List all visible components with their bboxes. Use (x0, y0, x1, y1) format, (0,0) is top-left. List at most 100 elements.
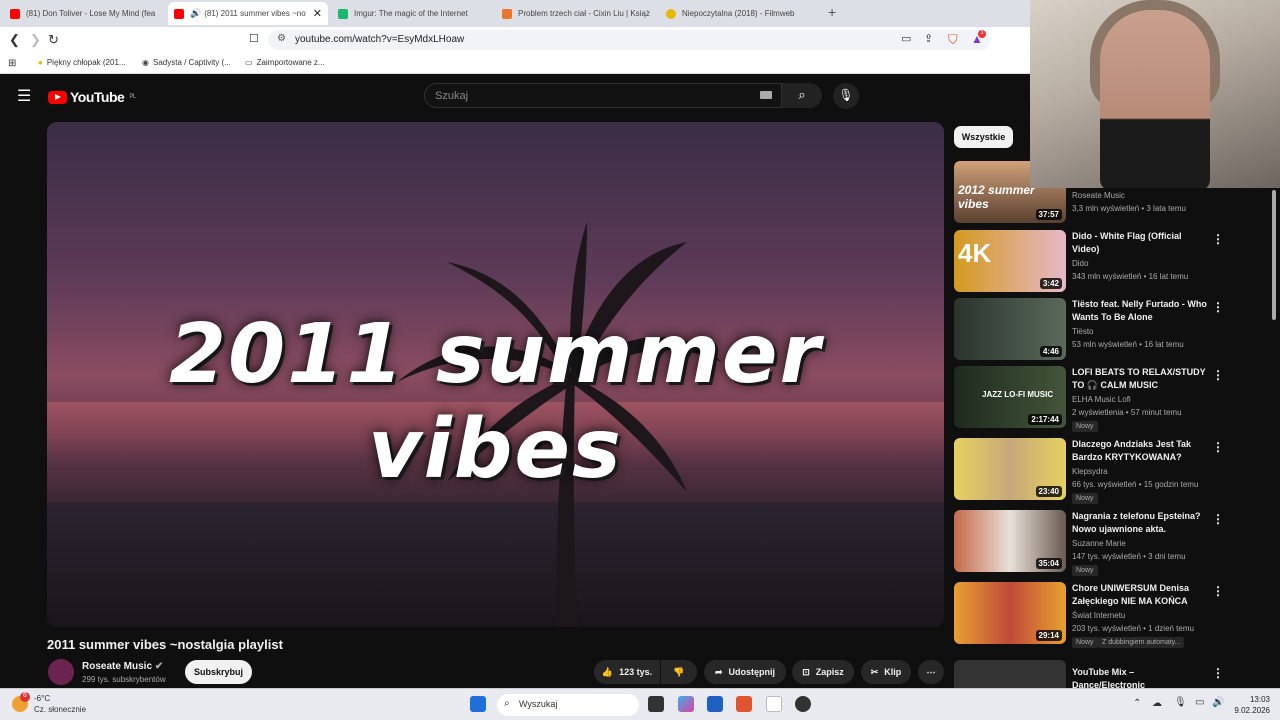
volume-icon[interactable]: 🔊 (1212, 697, 1224, 708)
forward-icon[interactable]: ❯ (30, 32, 41, 48)
recommendation-item[interactable]: JAZZ LO-FI MUSIC 2:17:44 LOFI BEATS TO R… (954, 366, 1274, 432)
bookmark-item[interactable]: ● Piękny chłopak (201... (38, 58, 126, 67)
more-vertical-icon[interactable]: ⋮ (1212, 440, 1224, 454)
new-badge: Nowy (1072, 565, 1098, 576)
book-favicon-icon (502, 8, 512, 19)
verified-icon: ✔ (154, 661, 164, 672)
keyboard-icon[interactable] (760, 91, 772, 99)
video-title: 2011 summer vibes ~nostalgia playlist (47, 637, 283, 652)
video-thumbnail[interactable] (954, 660, 1066, 688)
recommendation-item[interactable]: 23:40 Dlaczego Andziaks Jest Tak Bardzo … (954, 438, 1274, 504)
globe-icon: ◉ (142, 58, 149, 67)
more-vertical-icon[interactable]: ⋮ (1212, 368, 1224, 382)
recommendation-item[interactable]: 35:04 Nagrania z telefonu Epsteina? Nowo… (954, 510, 1274, 576)
like-button[interactable]: 👍 123 tys. (594, 660, 660, 684)
recommendation-item[interactable]: 4K 3:42 Dido - White Flag (Official Vide… (954, 230, 1274, 292)
search-input[interactable]: Szukaj (424, 83, 782, 108)
channel-name[interactable]: Roseate Music ✔ (82, 661, 163, 672)
brave-browser-icon[interactable] (736, 696, 752, 712)
browser-tab[interactable]: (81) Don Toliver - Lose My Mind (fea (4, 2, 164, 25)
back-icon[interactable]: ❮ (9, 32, 20, 48)
steam-icon[interactable] (795, 696, 811, 712)
brave-shield-icon[interactable]: ⛉ (948, 32, 958, 48)
more-vertical-icon[interactable]: ⋮ (1212, 232, 1224, 246)
dislike-button[interactable]: 👎 (661, 660, 697, 684)
browser-tab[interactable]: Problem trzech ciał - Cixin Liu | Książ (496, 2, 656, 25)
browser-tab[interactable]: Niepoczytalna (2018) - Filmweb (660, 2, 820, 25)
subscriber-count: 299 tys. subskrybentów (82, 675, 166, 684)
taskbar-search-input[interactable]: ⌕ Wyszukaj (497, 694, 639, 716)
new-tab-button[interactable]: + (828, 4, 836, 20)
copilot-icon[interactable] (678, 696, 694, 712)
network-icon[interactable]: ▭ (1195, 697, 1204, 708)
cast-icon[interactable]: ▭ (901, 32, 911, 45)
youtube-page: ☰ YouTube PL Szukaj ⌕ 🎙 2011 summer vibe… (0, 74, 1030, 688)
tray-chevron-icon[interactable]: ⌃ (1133, 698, 1141, 709)
video-player[interactable]: 2011 summer vibes (47, 122, 944, 627)
weather-widget[interactable]: -6°C Cz. słonecznie (34, 693, 86, 715)
thumbs-down-icon: 👎 (673, 666, 685, 677)
webcam-overlay (1030, 0, 1280, 188)
extension-badge: 1 (978, 30, 986, 38)
recommendation-item[interactable]: 29:14 Chore UNIWERSUM Denisa Załęckiego … (954, 582, 1274, 648)
notification-badge: 6 (20, 692, 30, 702)
more-horizontal-icon: ⋯ (926, 666, 936, 677)
emoji-icon: ● (38, 58, 43, 67)
more-vertical-icon[interactable]: ⋮ (1212, 584, 1224, 598)
close-tab-icon[interactable]: ✕ (313, 7, 322, 20)
subscribe-button[interactable]: Subskrybuj (185, 660, 252, 684)
bookmark-item[interactable]: ▭ Zaimportowane z... (245, 58, 325, 67)
system-clock[interactable]: 13:03 9.02.2026 (1230, 694, 1270, 716)
voice-search-button[interactable]: 🎙 (833, 83, 859, 109)
reload-icon[interactable]: ↻ (48, 32, 59, 48)
more-vertical-icon[interactable]: ⋮ (1212, 300, 1224, 314)
sidebar-scrollbar[interactable] (1272, 190, 1276, 320)
youtube-favicon-icon (10, 8, 20, 19)
video-thumbnail[interactable]: 29:14 (954, 582, 1066, 644)
site-info-icon[interactable]: ⚙ (277, 33, 286, 44)
video-thumbnail[interactable]: 23:40 (954, 438, 1066, 500)
share-button[interactable]: ➦ Udostępnij (704, 660, 786, 684)
search-icon: ⌕ (798, 87, 806, 102)
video-thumbnail[interactable]: JAZZ LO-FI MUSIC 2:17:44 (954, 366, 1066, 428)
scissors-icon: ✂ (870, 666, 879, 677)
microphone-icon: 🎙 (838, 88, 854, 102)
auto-dub-badge: Z dubbingiem automaty... (1098, 637, 1185, 648)
browser-tab[interactable]: Imgur: The magic of the Internet (332, 2, 492, 25)
store-icon[interactable] (707, 696, 723, 712)
save-button[interactable]: ⊡ Zapisz (792, 660, 854, 684)
video-thumbnail[interactable]: 35:04 (954, 510, 1066, 572)
channel-avatar[interactable] (48, 659, 74, 685)
more-vertical-icon[interactable]: ⋮ (1212, 666, 1224, 680)
app-icon[interactable] (766, 696, 782, 712)
windows-start-icon[interactable] (470, 696, 486, 712)
person-silhouette (1100, 10, 1210, 188)
clip-button[interactable]: ✂ Klip (861, 660, 911, 684)
video-thumbnail[interactable]: 4K 3:42 (954, 230, 1066, 292)
menu-icon[interactable]: ☰ (17, 86, 31, 106)
share-icon[interactable]: ⇪ (924, 32, 933, 45)
bookmark-item[interactable]: ◉ Sadysta / Captivity (... (142, 58, 231, 67)
more-vertical-icon[interactable]: ⋮ (1212, 512, 1224, 526)
task-view-icon[interactable] (648, 696, 664, 712)
video-overlay-title: 2011 summer vibes (169, 307, 822, 497)
cloud-icon[interactable]: ☁ (1152, 698, 1162, 709)
address-bar-row: ❮ ❯ ↻ ☐ ⚙ youtube.com/watch?v=EsyMdxLHoa… (0, 27, 1030, 53)
mic-tray-icon[interactable]: 🎙 (1174, 697, 1187, 708)
imgur-favicon-icon (338, 8, 348, 19)
youtube-logo[interactable]: YouTube PL (48, 89, 136, 105)
more-actions-button[interactable]: ⋯ (918, 660, 944, 684)
recommendation-item[interactable]: YouTube Mix – Dance/Electronic ⋮ (954, 660, 1274, 688)
bookmark-icon[interactable]: ☐ (249, 32, 259, 45)
url-input[interactable]: ⚙ youtube.com/watch?v=EsyMdxLHoaw (268, 30, 990, 50)
search-button[interactable]: ⌕ (782, 83, 822, 108)
filter-chip-all[interactable]: Wszystkie (954, 126, 1013, 148)
video-thumbnail[interactable]: 4:46 (954, 298, 1066, 360)
youtube-play-logo-icon (48, 90, 67, 104)
share-arrow-icon: ➦ (714, 666, 723, 677)
apps-grid-icon[interactable]: ⊞ (8, 58, 16, 69)
filmweb-favicon-icon (666, 8, 676, 19)
recommendation-item[interactable]: 4:46 Tiësto feat. Nelly Furtado - Who Wa… (954, 298, 1274, 360)
browser-tab-active[interactable]: 🔊 (81) 2011 summer vibes ~no ✕ (168, 2, 328, 25)
new-badge: Nowy (1072, 637, 1098, 648)
